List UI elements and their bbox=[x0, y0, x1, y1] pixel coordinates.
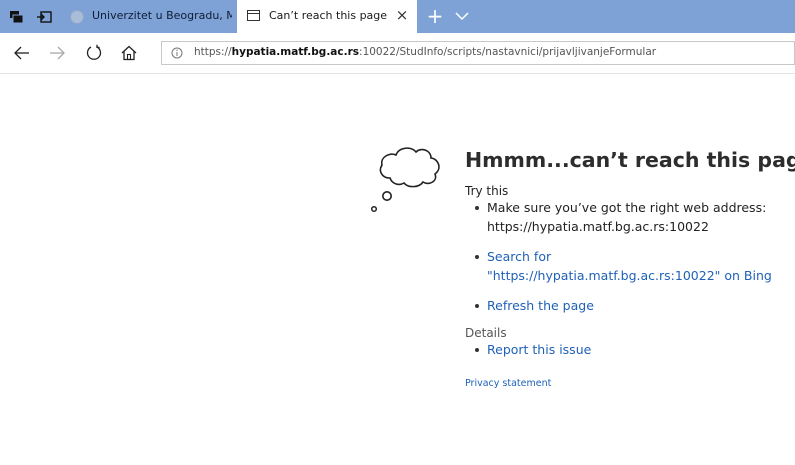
list-item: Report this issue bbox=[465, 340, 785, 359]
close-icon[interactable]: × bbox=[393, 6, 411, 24]
tab-title: Can’t reach this page bbox=[269, 9, 388, 22]
url-text: https://hypatia.matf.bg.ac.rs:10022/Stud… bbox=[194, 46, 656, 58]
report-issue-link[interactable]: Report this issue bbox=[487, 342, 591, 357]
forward-arrow-icon[interactable] bbox=[48, 44, 66, 62]
url-prefix: https:// bbox=[194, 46, 232, 58]
details-list: Report this issue bbox=[465, 340, 785, 359]
refresh-page-link[interactable]: Refresh the page bbox=[487, 298, 594, 313]
plus-icon[interactable]: + bbox=[423, 4, 447, 28]
try-this-heading: Try this bbox=[465, 184, 509, 198]
refresh-icon[interactable] bbox=[85, 44, 103, 62]
url-path: :10022/StudInfo/scripts/nastavnici/prija… bbox=[359, 46, 657, 58]
back-arrow-icon[interactable] bbox=[13, 44, 31, 62]
page-title: Hmmm...can’t reach this page bbox=[465, 148, 795, 172]
details-heading: Details bbox=[465, 326, 507, 340]
url-host: hypatia.matf.bg.ac.rs bbox=[231, 46, 360, 58]
address-bar[interactable]: https://hypatia.matf.bg.ac.rs:10022/Stud… bbox=[161, 41, 795, 65]
list-item: Make sure you’ve got the right web addre… bbox=[465, 198, 785, 236]
error-content: Hmmm...can’t reach this page Try this Ma… bbox=[465, 146, 795, 389]
tab-title: Univerzitet u Beogradu, Ma bbox=[92, 9, 232, 22]
search-bing-link[interactable]: Search for "https://hypatia.matf.bg.ac.r… bbox=[487, 249, 772, 283]
tab-cant-reach-page[interactable]: Can’t reach this page × bbox=[237, 0, 417, 33]
list-item: Refresh the page bbox=[465, 296, 785, 315]
tip-check-address: Make sure you’ve got the right web addre… bbox=[487, 200, 767, 234]
chevron-down-icon[interactable] bbox=[452, 6, 472, 26]
info-icon[interactable] bbox=[171, 47, 183, 59]
home-icon[interactable] bbox=[120, 44, 138, 62]
tips-list: Make sure you’ve got the right web addre… bbox=[465, 198, 785, 315]
site-favicon bbox=[70, 10, 84, 24]
tab-strip: Univerzitet u Beogradu, Ma Can’t reach t… bbox=[0, 0, 795, 33]
navigation-bar: https://hypatia.matf.bg.ac.rs:10022/Stud… bbox=[0, 33, 795, 74]
restore-tabs-icon[interactable] bbox=[36, 8, 54, 26]
privacy-statement-link[interactable]: Privacy statement bbox=[465, 378, 785, 389]
thought-cloud-icon bbox=[370, 147, 440, 213]
tab-university[interactable]: Univerzitet u Beogradu, Ma bbox=[62, 0, 235, 33]
list-item: Search for "https://hypatia.matf.bg.ac.r… bbox=[465, 247, 785, 285]
tabs-aside-icon[interactable] bbox=[8, 8, 26, 26]
page-icon bbox=[247, 10, 260, 21]
